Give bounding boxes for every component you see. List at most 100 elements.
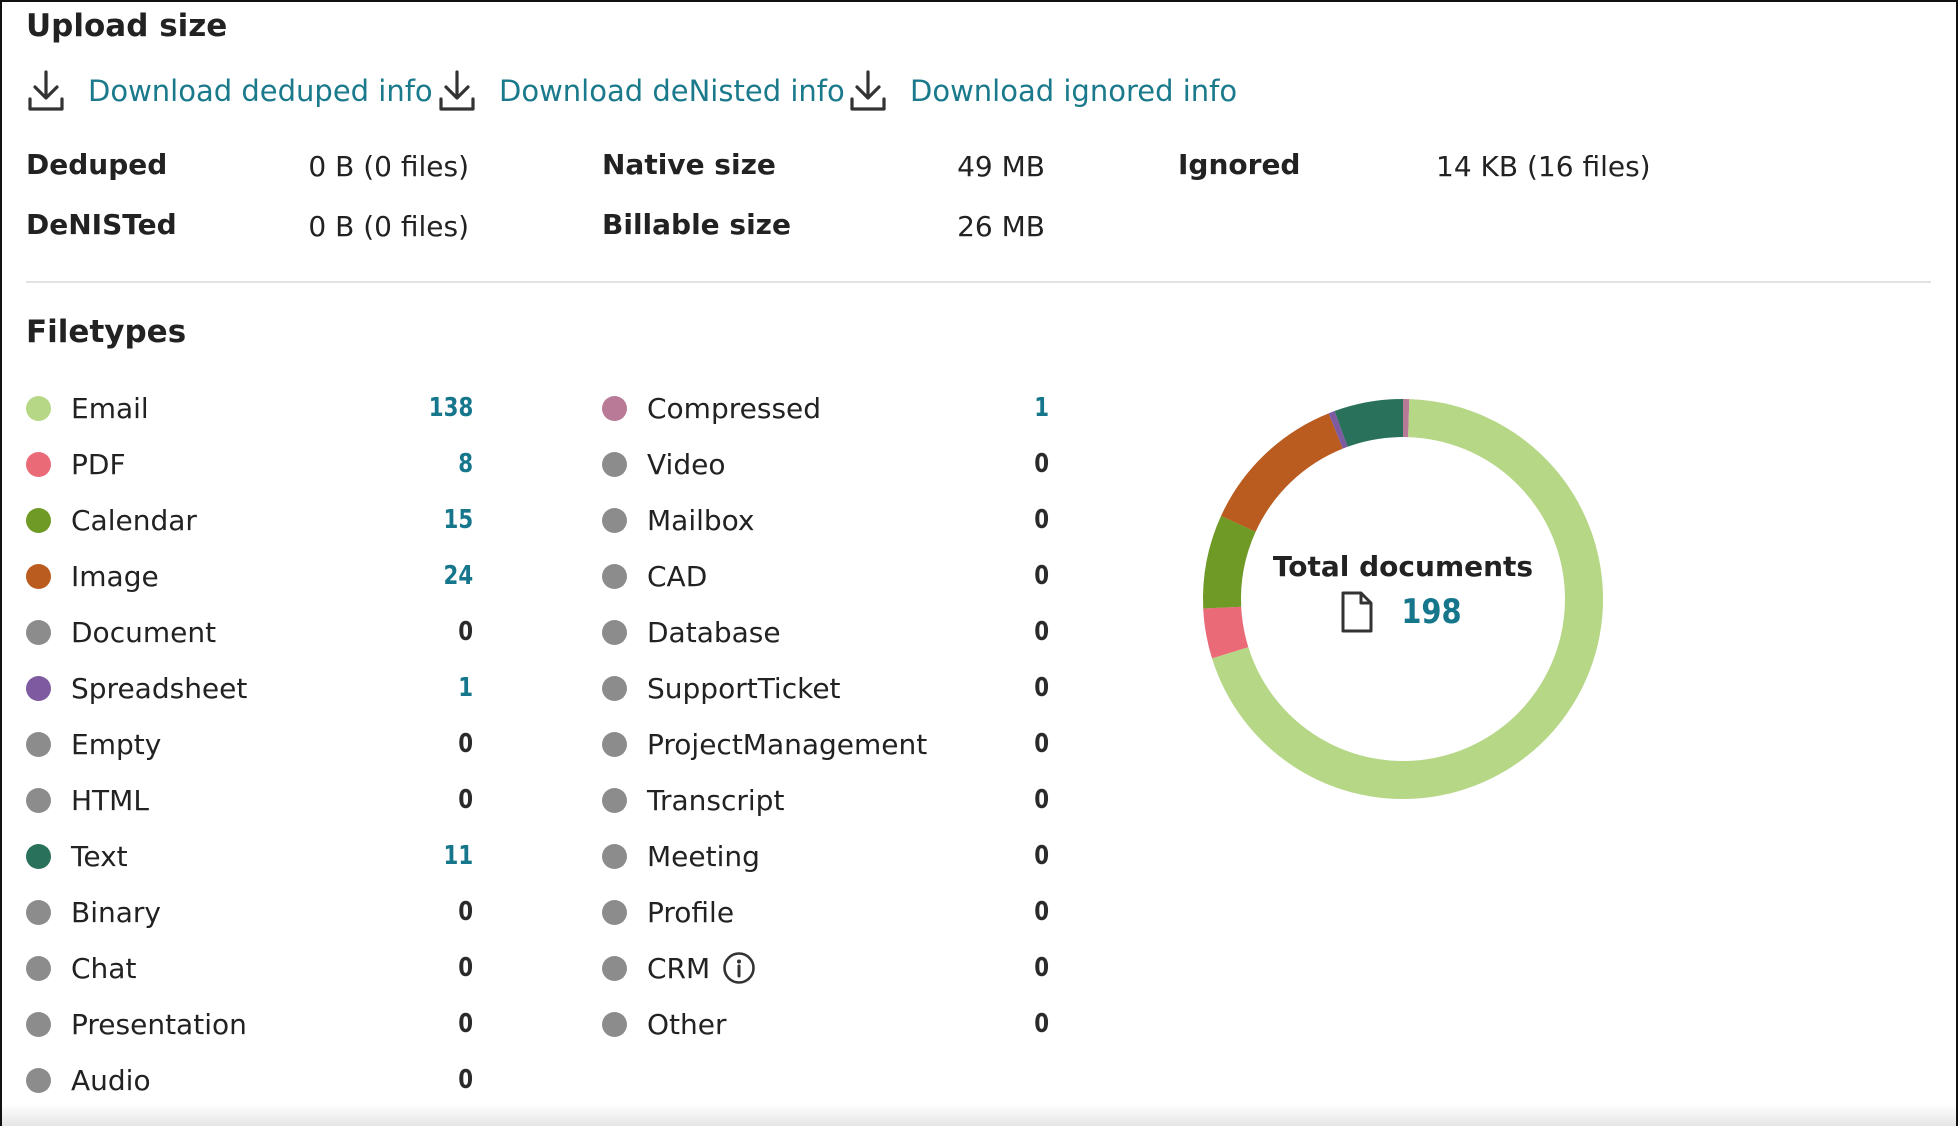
legend-dot [26, 675, 51, 701]
legend-item-presentation[interactable]: Presentation 0 [26, 1002, 473, 1046]
legend-dot [26, 1067, 51, 1093]
legend-count: 0 [1034, 449, 1049, 479]
section-divider [26, 281, 1931, 283]
total-documents: Total documents 198 [1198, 550, 1608, 633]
legend-count: 0 [1034, 729, 1049, 759]
donut-segment-text[interactable] [1334, 399, 1404, 447]
legend-count: 0 [1034, 897, 1049, 927]
legend-item-document[interactable]: Document 0 [26, 610, 473, 654]
legend-label: Chat [71, 952, 136, 985]
legend-item-video[interactable]: Video 0 [602, 442, 1049, 486]
legend-label-text: HTML [71, 783, 149, 817]
legend-item-compressed[interactable]: Compressed 1 [602, 386, 1049, 430]
native-size-value: 49 MB [957, 150, 1045, 183]
info-icon[interactable] [722, 951, 756, 985]
legend-count: 0 [1034, 673, 1049, 703]
legend-label: CRM [647, 951, 756, 985]
legend-item-database[interactable]: Database 0 [602, 610, 1049, 654]
download-deduped-link[interactable]: Download deduped info [26, 66, 433, 116]
legend-dot [26, 731, 51, 757]
download-ignored-link[interactable]: Download ignored info [848, 66, 1237, 116]
legend-dot [26, 395, 51, 421]
donut-segment-spreadsheet[interactable] [1328, 411, 1348, 449]
legend-count: 0 [1034, 505, 1049, 535]
legend-dot [602, 675, 627, 701]
legend-label-text: CRM [647, 951, 711, 985]
legend-dot [602, 899, 627, 925]
legend-item-spreadsheet[interactable]: Spreadsheet 1 [26, 666, 473, 710]
legend-item-other[interactable]: Other 0 [602, 1002, 1049, 1046]
legend-count: 24 [443, 561, 473, 591]
legend-label-text: Binary [71, 895, 161, 929]
legend-count: 0 [1034, 617, 1049, 647]
download-deduped-label: Download deduped info [88, 74, 433, 108]
legend-label-text: Empty [71, 727, 162, 761]
legend-item-projectmanagement[interactable]: ProjectManagement 0 [602, 722, 1049, 766]
legend-label-text: Video [647, 447, 726, 481]
legend-item-email[interactable]: Email 138 [26, 386, 473, 430]
upload-summary-panel: Upload size Download deduped info Downlo… [0, 0, 1958, 1126]
legend-item-image[interactable]: Image 24 [26, 554, 473, 598]
legend-item-meeting[interactable]: Meeting 0 [602, 834, 1049, 878]
legend-label-text: Presentation [71, 1007, 247, 1041]
legend-label: PDF [71, 448, 126, 481]
legend-dot [602, 619, 627, 645]
legend-label: Calendar [71, 504, 197, 537]
legend-label-text: Calendar [71, 503, 197, 537]
legend-label: Binary [71, 896, 161, 929]
legend-item-chat[interactable]: Chat 0 [26, 946, 473, 990]
legend-count: 1 [458, 673, 473, 703]
legend-dot [26, 955, 51, 981]
legend-label: Transcript [647, 784, 784, 817]
download-denisted-link[interactable]: Download deNisted info [437, 66, 845, 116]
legend-item-empty[interactable]: Empty 0 [26, 722, 473, 766]
legend-item-html[interactable]: HTML 0 [26, 778, 473, 822]
legend-label: Image [71, 560, 159, 593]
legend-label: Text [71, 840, 128, 873]
denisted-label: DeNISTed [26, 208, 177, 241]
total-documents-label: Total documents [1272, 550, 1534, 583]
legend-label-text: Mailbox [647, 503, 755, 537]
legend-label: Spreadsheet [71, 672, 247, 705]
legend-item-pdf[interactable]: PDF 8 [26, 442, 473, 486]
legend-dot [602, 507, 627, 533]
legend-label-text: Email [71, 391, 149, 425]
legend-item-supportticket[interactable]: SupportTicket 0 [602, 666, 1049, 710]
legend-dot [26, 563, 51, 589]
legend-label: SupportTicket [647, 672, 841, 705]
legend-item-cad[interactable]: CAD 0 [602, 554, 1049, 598]
legend-item-mailbox[interactable]: Mailbox 0 [602, 498, 1049, 542]
legend-label-text: Document [71, 615, 217, 649]
donut-segment-image[interactable] [1221, 413, 1344, 533]
billable-size-value: 26 MB [957, 210, 1045, 243]
legend-item-crm[interactable]: CRM 0 [602, 946, 1049, 990]
legend-dot [602, 843, 627, 869]
legend-label: Presentation [71, 1008, 247, 1041]
legend-label: Document [71, 616, 216, 649]
legend-label: Compressed [647, 392, 821, 425]
legend-item-transcript[interactable]: Transcript 0 [602, 778, 1049, 822]
legend-dot [26, 1011, 51, 1037]
deduped-label: Deduped [26, 148, 168, 181]
legend-item-text[interactable]: Text 11 [26, 834, 473, 878]
legend-label: Email [71, 392, 149, 425]
legend-count: 0 [458, 1065, 473, 1095]
legend-count: 0 [458, 617, 473, 647]
legend-dot [26, 451, 51, 477]
scroll-fade [2, 1104, 1956, 1126]
legend-dot [602, 787, 627, 813]
legend-item-profile[interactable]: Profile 0 [602, 890, 1049, 934]
legend-dot [602, 451, 627, 477]
legend-item-calendar[interactable]: Calendar 15 [26, 498, 473, 542]
legend-item-binary[interactable]: Binary 0 [26, 890, 473, 934]
legend-label-text: Profile [647, 895, 735, 929]
legend-label-text: Audio [71, 1063, 151, 1097]
native-size-label: Native size [602, 148, 776, 181]
denisted-value: 0 B (0 files) [308, 210, 469, 243]
legend-label-text: Image [71, 559, 159, 593]
legend-count: 15 [443, 505, 473, 535]
ignored-label: Ignored [1178, 148, 1301, 181]
legend-count: 0 [1034, 785, 1049, 815]
legend-label-text: PDF [71, 447, 126, 481]
legend-item-audio[interactable]: Audio 0 [26, 1058, 473, 1102]
